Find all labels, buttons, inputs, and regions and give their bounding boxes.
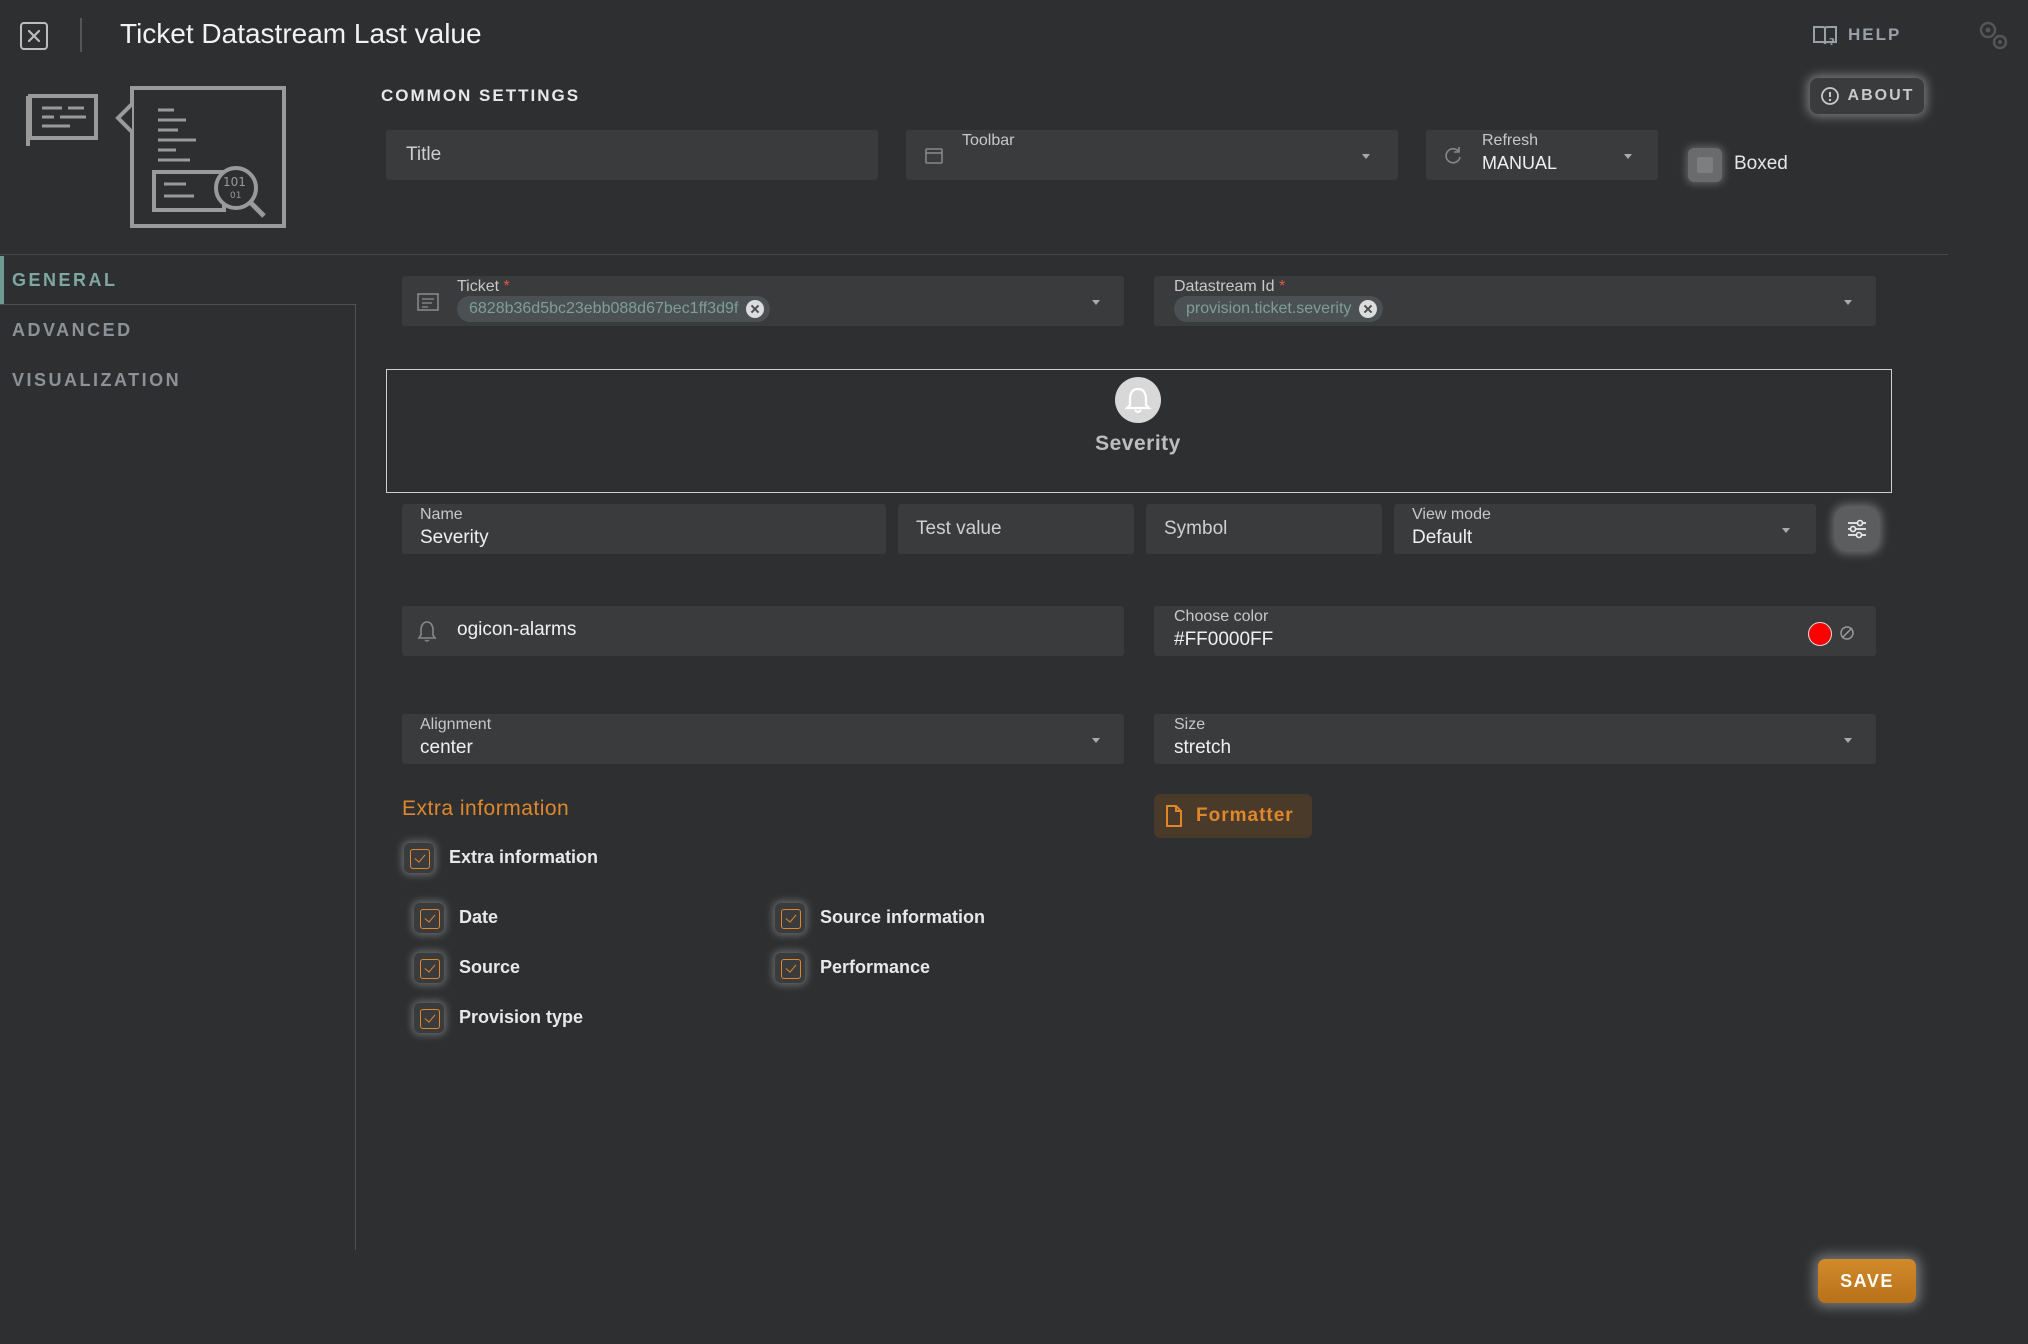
tab-general[interactable]: GENERAL (12, 270, 118, 291)
about-label: ABOUT (1847, 87, 1915, 104)
file-icon (1166, 805, 1182, 827)
alignment-select[interactable]: Alignment center (402, 714, 1124, 764)
size-value: stretch (1174, 737, 1232, 758)
title-input[interactable]: Title (386, 130, 878, 180)
help-label: HELP (1848, 25, 1902, 44)
about-button[interactable]: ABOUT (1810, 78, 1924, 114)
date-label: Date (459, 907, 499, 927)
settings-gears-icon[interactable] (1976, 18, 2010, 52)
toolbar-label: Toolbar (962, 132, 1015, 149)
chip-remove-icon[interactable] (1359, 300, 1378, 318)
color-label: Choose color (1174, 608, 1269, 625)
view-mode-select[interactable]: View mode Default (1394, 504, 1816, 554)
extra-information-title: Extra information (402, 797, 570, 820)
svg-text:101: 101 (223, 175, 246, 189)
tab-underline (0, 304, 356, 305)
source-checkbox[interactable] (414, 953, 444, 983)
preview-label: Severity (1095, 432, 1181, 455)
chevron-down-icon (1844, 738, 1852, 743)
widget-preview-icon: 101 01 (26, 86, 286, 228)
bell-icon (1115, 377, 1161, 423)
refresh-icon (1445, 147, 1461, 164)
help-button[interactable]: ? HELP (1812, 20, 1901, 50)
sliders-icon (1848, 519, 1866, 539)
icon-value: ogicon-alarms (457, 619, 577, 640)
header-separator (0, 254, 1948, 255)
date-checkbox[interactable] (414, 903, 444, 933)
alignment-label: Alignment (420, 716, 492, 733)
close-icon (27, 29, 41, 43)
boxed-label: Boxed (1734, 153, 1788, 174)
toolbar-icon (925, 148, 943, 164)
book-help-icon: ? (1813, 26, 1837, 47)
chevron-down-icon (1092, 300, 1100, 305)
chevron-down-icon (1362, 154, 1370, 159)
tune-settings-button[interactable] (1836, 508, 1878, 550)
symbol-input[interactable]: Symbol (1146, 504, 1382, 554)
datastream-label: Datastream Id * (1174, 278, 1286, 295)
sidebar-divider (355, 304, 356, 1250)
boxed-checkbox[interactable] (1688, 148, 1722, 182)
close-button[interactable] (20, 22, 48, 50)
datastream-chip-label: provision.ticket.severity (1186, 300, 1352, 317)
size-label: Size (1174, 716, 1206, 733)
test-value-input[interactable]: Test value (898, 504, 1134, 554)
extra-information-label: Extra information (449, 847, 599, 867)
name-input[interactable]: Name Severity (402, 504, 886, 554)
source-information-label: Source information (820, 907, 986, 927)
bell-icon (417, 621, 437, 642)
icon-input[interactable]: ogicon-alarms (402, 606, 1124, 656)
title-placeholder: Title (406, 144, 442, 165)
provision-type-checkbox[interactable] (414, 1003, 444, 1033)
info-icon (1820, 87, 1839, 105)
chevron-down-icon (1624, 154, 1632, 159)
datastream-chip[interactable]: provision.ticket.severity (1174, 296, 1384, 322)
color-picker-field[interactable]: Choose color #FF0000FF (1154, 606, 1876, 656)
size-select[interactable]: Size stretch (1154, 714, 1876, 764)
view-mode-value: Default (1412, 527, 1473, 548)
chevron-down-icon (1092, 738, 1100, 743)
alignment-value: center (420, 737, 473, 758)
name-value: Severity (420, 527, 489, 548)
refresh-label: Refresh (1482, 132, 1539, 149)
formatter-label: Formatter (1196, 805, 1294, 826)
performance-checkbox[interactable] (775, 953, 805, 983)
save-button[interactable]: SAVE (1818, 1259, 1916, 1303)
color-value: #FF0000FF (1174, 629, 1274, 650)
chevron-down-icon (1844, 300, 1852, 305)
toolbar-select[interactable]: Toolbar (906, 130, 1398, 180)
ticket-label: Ticket * (457, 278, 510, 295)
no-color-icon[interactable] (1838, 624, 1856, 642)
refresh-value: MANUAL (1482, 153, 1558, 173)
page-title: Ticket Datastream Last value (120, 18, 482, 49)
view-mode-label: View mode (1412, 506, 1491, 523)
active-tab-indicator (0, 256, 4, 304)
symbol-placeholder: Symbol (1164, 518, 1228, 539)
tab-advanced[interactable]: ADVANCED (12, 320, 133, 341)
svg-text:?: ? (1829, 37, 1837, 47)
refresh-select[interactable]: Refresh MANUAL (1426, 130, 1658, 180)
ticket-icon (417, 293, 439, 311)
common-settings-title: COMMON SETTINGS (381, 86, 581, 105)
datastream-select[interactable]: Datastream Id * provision.ticket.severit… (1154, 276, 1876, 326)
name-label: Name (420, 506, 463, 523)
test-value-placeholder: Test value (916, 518, 1002, 539)
ticket-chip-label: 6828b36d5bc23ebb088d67bec1ff3d9f (469, 300, 739, 317)
svg-text:01: 01 (230, 191, 241, 201)
formatter-button[interactable]: Formatter (1154, 794, 1312, 838)
source-label: Source (459, 957, 521, 977)
chevron-down-icon (1782, 528, 1790, 533)
tab-visualization[interactable]: VISUALIZATION (12, 370, 181, 391)
provision-type-label: Provision type (459, 1007, 584, 1027)
header-divider (80, 18, 82, 52)
color-swatch[interactable] (1808, 622, 1832, 646)
extra-information-checkbox[interactable] (404, 843, 434, 873)
source-information-checkbox[interactable] (775, 903, 805, 933)
ticket-chip[interactable]: 6828b36d5bc23ebb088d67bec1ff3d9f (457, 296, 771, 322)
ticket-select[interactable]: Ticket * 6828b36d5bc23ebb088d67bec1ff3d9… (402, 276, 1124, 326)
chip-remove-icon[interactable] (746, 300, 765, 318)
performance-label: Performance (820, 957, 931, 977)
